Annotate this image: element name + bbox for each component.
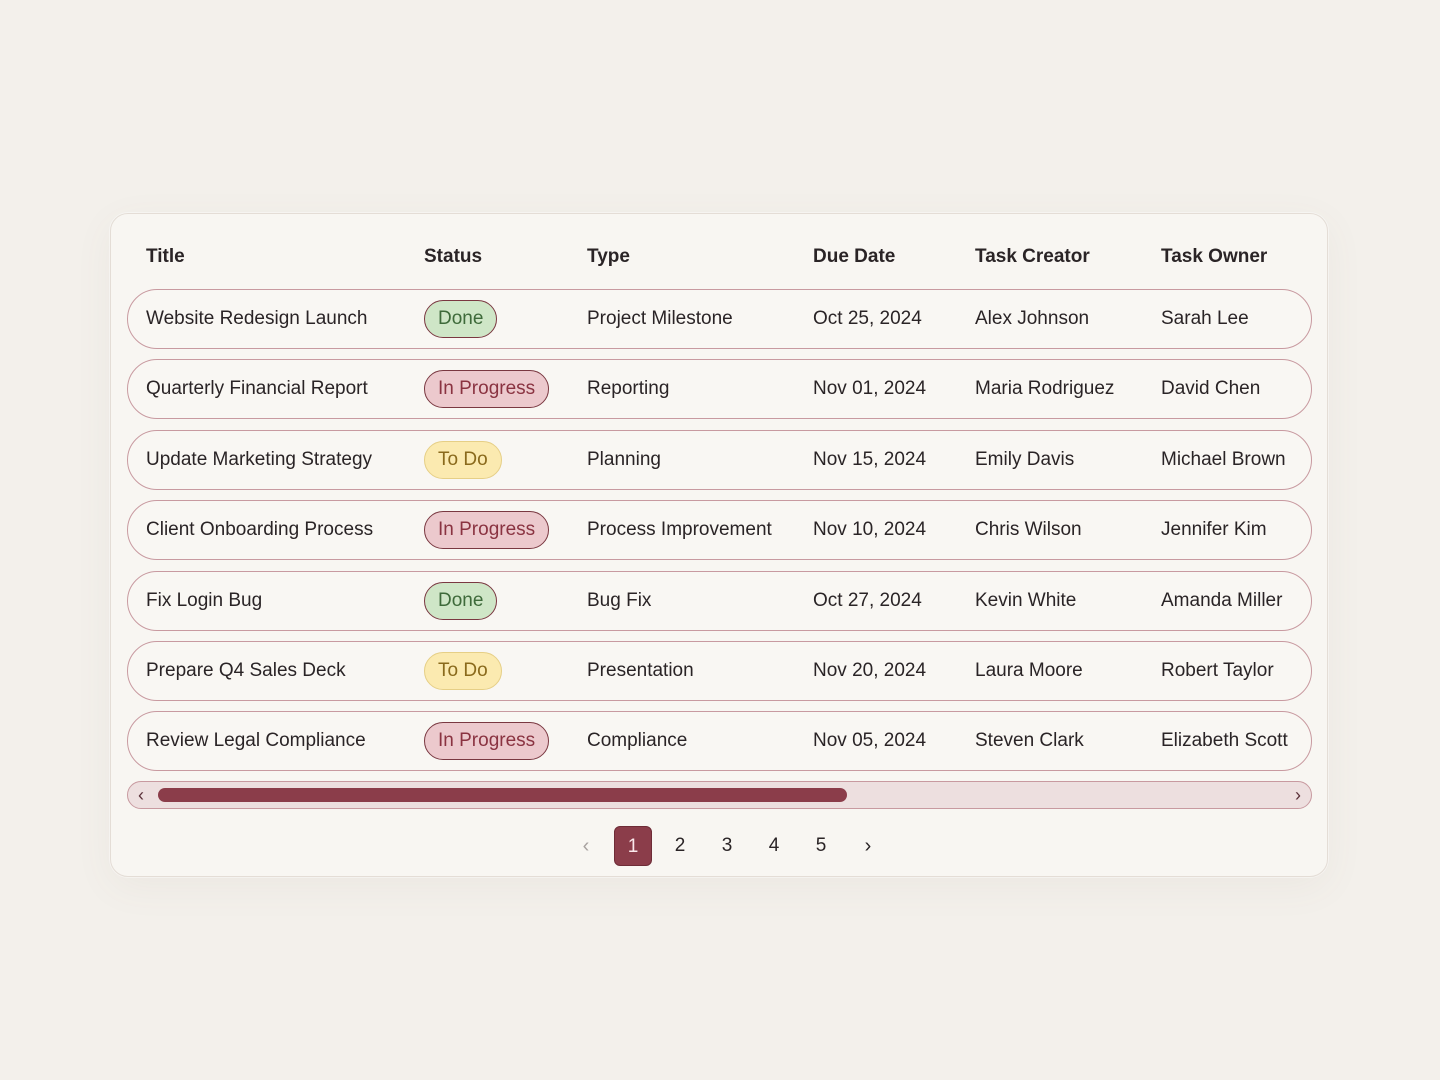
cell-task-creator: Maria Rodriguez: [975, 378, 1115, 400]
cell-task-owner: Robert Taylor: [1161, 660, 1274, 681]
horizontal-scrollbar[interactable]: ‹ ›: [127, 781, 1312, 809]
cell-task-creator: Steven Clark: [975, 730, 1084, 752]
cell-due-date: Oct 27, 2024: [813, 589, 922, 611]
table-row[interactable]: Website Redesign Launch Done Project Miles…: [127, 289, 1312, 349]
cell-task-creator: Emily Davis: [975, 448, 1075, 470]
page-button[interactable]: 5: [802, 826, 840, 866]
status-badge: In Progress: [424, 511, 550, 550]
table-header: Title Status Type Due Date Task Creator …: [111, 214, 1327, 298]
previous-page-icon[interactable]: ‹: [567, 826, 605, 866]
column-header-type[interactable]: Type: [587, 246, 630, 268]
cell-type: Process Improvement: [587, 519, 772, 541]
status-badge: To Do: [424, 440, 502, 479]
cell-task-owner: Sarah Lee: [1161, 308, 1249, 329]
pagination: ‹ 1 2 3 4 5 ›: [111, 826, 1327, 868]
cell-title: Client Onboarding Process: [146, 519, 374, 541]
cell-type: Bug Fix: [587, 589, 652, 611]
column-header-due-date[interactable]: Due Date: [813, 246, 895, 268]
status-badge: Done: [424, 581, 498, 620]
cell-type: Project Milestone: [587, 308, 733, 329]
cell-due-date: Nov 10, 2024: [813, 519, 927, 541]
page-button[interactable]: 3: [708, 826, 746, 866]
scroll-left-icon[interactable]: ‹: [138, 785, 144, 805]
cell-task-creator: Alex Johnson: [975, 308, 1090, 329]
column-header-title[interactable]: Title: [146, 246, 185, 268]
cell-task-owner: Elizabeth Scott: [1161, 730, 1288, 752]
cell-type: Compliance: [587, 730, 688, 752]
cell-task-owner: Michael Brown: [1161, 448, 1286, 470]
column-header-task-creator[interactable]: Task Creator: [975, 246, 1090, 268]
table-row[interactable]: Update Marketing Strategy To Do Planning No…: [127, 429, 1312, 490]
cell-task-creator: Chris Wilson: [975, 519, 1082, 541]
cell-due-date: Nov 05, 2024: [813, 730, 927, 752]
page-button[interactable]: 4: [755, 826, 793, 866]
status-badge: In Progress: [424, 722, 550, 761]
page-button[interactable]: 2: [661, 826, 699, 866]
cell-task-creator: Kevin White: [975, 589, 1077, 611]
cell-task-creator: Laura Moore: [975, 660, 1083, 681]
column-header-status[interactable]: Status: [424, 246, 482, 268]
next-page-icon[interactable]: ›: [849, 826, 887, 866]
table-row[interactable]: Prepare Q4 Sales Deck To Do Presentation No…: [127, 641, 1312, 701]
cell-title: Fix Login Bug: [146, 589, 263, 611]
cell-due-date: Nov 01, 2024: [813, 378, 927, 400]
status-badge: To Do: [424, 652, 502, 690]
page-button[interactable]: 1: [614, 826, 652, 866]
cell-title: Prepare Q4 Sales Deck: [146, 660, 346, 681]
cell-type: Reporting: [587, 378, 670, 400]
cell-due-date: Nov 15, 2024: [813, 448, 927, 470]
cell-title: Update Marketing Strategy: [146, 448, 373, 470]
cell-task-owner: David Chen: [1161, 378, 1261, 400]
column-header-task-owner[interactable]: Task Owner: [1161, 246, 1267, 268]
task-table-card: Title Status Type Due Date Task Creator …: [110, 213, 1328, 877]
scrollbar-thumb[interactable]: [158, 788, 847, 802]
cell-due-date: Oct 25, 2024: [813, 308, 922, 329]
cell-title: Review Legal Compliance: [146, 730, 366, 752]
table-row[interactable]: Quarterly Financial Report In Progress Rep…: [127, 359, 1312, 420]
cell-title: Website Redesign Launch: [146, 308, 368, 329]
status-badge: In Progress: [424, 370, 550, 409]
table-row[interactable]: Fix Login Bug Done Bug Fix Oct 27, 2024 Kevi…: [127, 570, 1312, 631]
cell-due-date: Nov 20, 2024: [813, 660, 927, 681]
table-row[interactable]: Client Onboarding Process In Progress Proc…: [127, 500, 1312, 561]
cell-task-owner: Jennifer Kim: [1161, 519, 1267, 541]
cell-title: Quarterly Financial Report: [146, 378, 368, 400]
cell-type: Planning: [587, 448, 661, 470]
cell-type: Presentation: [587, 660, 694, 681]
cell-task-owner: Amanda Miller: [1161, 589, 1283, 611]
scroll-right-icon[interactable]: ›: [1295, 785, 1301, 805]
status-badge: Done: [424, 300, 498, 338]
table-row[interactable]: Review Legal Compliance In Progress Compli…: [127, 711, 1312, 772]
